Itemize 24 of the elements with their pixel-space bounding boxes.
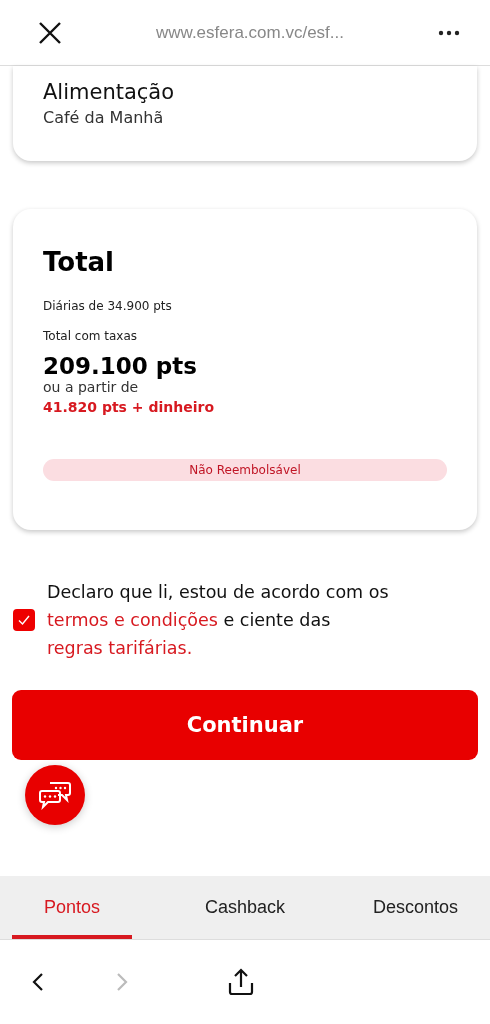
back-icon[interactable] xyxy=(32,972,44,992)
daily-rate: Diárias de 34.900 pts xyxy=(43,299,173,313)
url-text[interactable]: www.esfera.com.vc/esf... xyxy=(62,22,438,43)
refund-badge: Não Reembolsável xyxy=(43,459,447,481)
meal-type: Café da Manhã xyxy=(43,108,165,127)
close-icon[interactable] xyxy=(38,20,62,45)
total-title: Total xyxy=(43,247,116,277)
total-label: Total com taxas xyxy=(43,329,139,343)
alt-label: ou a partir de xyxy=(43,379,140,395)
chat-button[interactable] xyxy=(25,765,85,825)
alt-value: 41.820 pts + dinheiro xyxy=(43,399,215,415)
consent-text: Declaro que li, estou de acordo com os termos e condições e ciente das regras tarifárias. xyxy=(47,581,390,660)
total-value: 209.100 pts xyxy=(43,353,198,379)
share-icon[interactable] xyxy=(226,967,256,997)
consent-checkbox[interactable] xyxy=(13,609,35,631)
meal-category: Alimentação xyxy=(43,80,176,104)
category-tab[interactable]: Pontos xyxy=(12,876,132,939)
continue-button[interactable]: Continuar xyxy=(12,690,478,760)
category-tab[interactable]: Descontos xyxy=(313,876,490,939)
terms-link[interactable]: regras tarifárias. xyxy=(47,638,193,658)
category-tab[interactable]: Cashback xyxy=(177,876,313,939)
chat-bubbles-icon xyxy=(38,780,72,810)
terms-link[interactable]: termos e condições xyxy=(47,610,218,630)
more-icon[interactable] xyxy=(438,29,460,36)
